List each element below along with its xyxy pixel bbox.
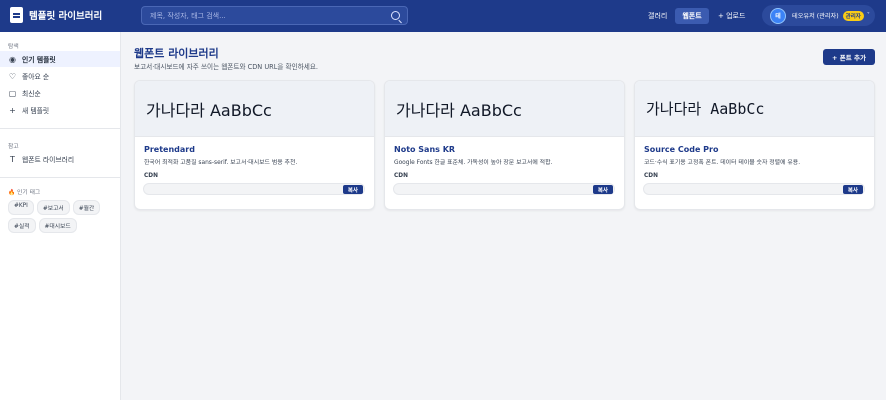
font-card: 가나다라 AaBbCc Noto Sans KR Google Fonts 한글… xyxy=(384,80,625,210)
brand[interactable]: 템플릿 라이브러리 xyxy=(10,7,102,23)
app-title: 템플릿 라이브러리 xyxy=(29,11,103,22)
font-description: Google Fonts 한글 표준체. 가독성이 높아 장문 보고서에 적합. xyxy=(394,160,553,166)
plus-icon: + xyxy=(9,105,16,115)
sidebar-item-label: 인기 템플릿 xyxy=(22,56,56,64)
font-name: Pretendard xyxy=(144,145,195,154)
calendar-icon: ▢ xyxy=(8,88,17,98)
sidebar-item-latest[interactable]: ▢ 최신순 xyxy=(0,85,120,101)
search-icon[interactable] xyxy=(391,11,400,20)
sidebar-divider xyxy=(0,128,120,129)
search-box[interactable] xyxy=(141,6,408,25)
top-navbar: 템플릿 라이브러리 갤러리 웹폰트 + 업로드 테 테오유저 (관리자) 관리자… xyxy=(0,0,886,32)
font-preview: 가나다라 AaBbCc xyxy=(135,81,374,137)
document-icon xyxy=(10,7,23,23)
cdn-label: CDN xyxy=(144,173,158,179)
font-description: 한국어 최적화 고품질 sans-serif. 보고서·대시보드 범용 추천. xyxy=(144,160,298,166)
nav-upload[interactable]: + 업로드 xyxy=(718,8,745,24)
tag-list: #KPI #보고서 #월간 #실적 #대시보드 xyxy=(8,200,118,233)
page-subtitle: 보고서·대시보드에 자주 쓰이는 웹폰트와 CDN URL을 확인하세요. xyxy=(134,63,318,71)
font-name: Source Code Pro xyxy=(644,145,719,154)
page-title: 웹폰트 라이브러리 xyxy=(134,47,219,60)
copy-button[interactable]: 복사 xyxy=(342,185,363,194)
sidebar-item-likes[interactable]: ♡ 좋아요 순 xyxy=(0,68,120,84)
sidebar-section-explore: 탐색 xyxy=(8,44,19,50)
tag-chip[interactable]: #KPI xyxy=(8,200,34,215)
sidebar-section-reference: 참고 xyxy=(8,144,19,150)
font-card: 가나다라 AaBbCc Pretendard 한국어 최적화 고품질 sans-… xyxy=(134,80,375,210)
sidebar: 탐색 ◉ 인기 템플릿 ♡ 좋아요 순 ▢ 최신순 + 새 템플릿 참고 T 웹… xyxy=(0,32,121,400)
sidebar-item-webfont-library[interactable]: T 웹폰트 라이브러리 xyxy=(0,151,120,167)
sidebar-section-tags: 🔥 인기 태그 xyxy=(8,190,41,196)
role-badge: 관리자 xyxy=(842,10,864,21)
type-icon: T xyxy=(10,154,15,164)
sidebar-item-label: 최신순 xyxy=(22,90,41,98)
sidebar-item-label: 웹폰트 라이브러리 xyxy=(22,156,75,164)
tag-chip[interactable]: #월간 xyxy=(72,200,101,215)
font-preview: 가나다라 AaBbCc xyxy=(635,81,874,137)
sidebar-item-label: 좋아요 순 xyxy=(22,73,50,81)
cdn-label: CDN xyxy=(394,173,408,179)
font-card: 가나다라 AaBbCc Source Code Pro 코드·수식 표기용 고정… xyxy=(634,80,875,210)
font-description: 코드·수식 표기용 고정폭 폰트. 데이터 테이블 숫자 정렬에 유용. xyxy=(644,160,801,166)
font-name: Noto Sans KR xyxy=(394,145,456,154)
tag-chip[interactable]: #대시보드 xyxy=(38,218,77,233)
font-preview: 가나다라 AaBbCc xyxy=(385,81,624,137)
sidebar-divider xyxy=(0,177,120,178)
add-font-button[interactable]: + 폰트 추가 xyxy=(823,49,875,65)
chevron-down-icon[interactable]: ˅ xyxy=(867,12,870,19)
tag-chip[interactable]: #실적 xyxy=(8,218,36,233)
copy-button[interactable]: 복사 xyxy=(592,185,613,194)
search-input[interactable] xyxy=(142,11,391,20)
avatar: 테 xyxy=(770,7,786,24)
sidebar-item-label: 새 템플릿 xyxy=(22,107,50,115)
heart-icon: ♡ xyxy=(8,71,17,81)
cdn-label: CDN xyxy=(644,173,658,179)
tag-chip[interactable]: #보고서 xyxy=(36,200,70,215)
user-menu[interactable]: 테 테오유저 (관리자) 관리자 ˅ xyxy=(762,5,875,26)
user-name: 테오유저 (관리자) xyxy=(792,13,839,20)
cdn-url-field[interactable]: 복사 xyxy=(393,183,615,195)
nav-webfont[interactable]: 웹폰트 xyxy=(675,8,709,24)
cdn-url-field[interactable]: 복사 xyxy=(143,183,365,195)
sidebar-item-popular[interactable]: ◉ 인기 템플릿 xyxy=(0,51,120,67)
cdn-url-field[interactable]: 복사 xyxy=(643,183,865,195)
eye-icon: ◉ xyxy=(9,54,16,64)
copy-button[interactable]: 복사 xyxy=(842,185,863,194)
nav-gallery[interactable]: 갤러리 xyxy=(648,8,667,24)
sidebar-item-new[interactable]: + 새 템플릿 xyxy=(0,102,120,118)
